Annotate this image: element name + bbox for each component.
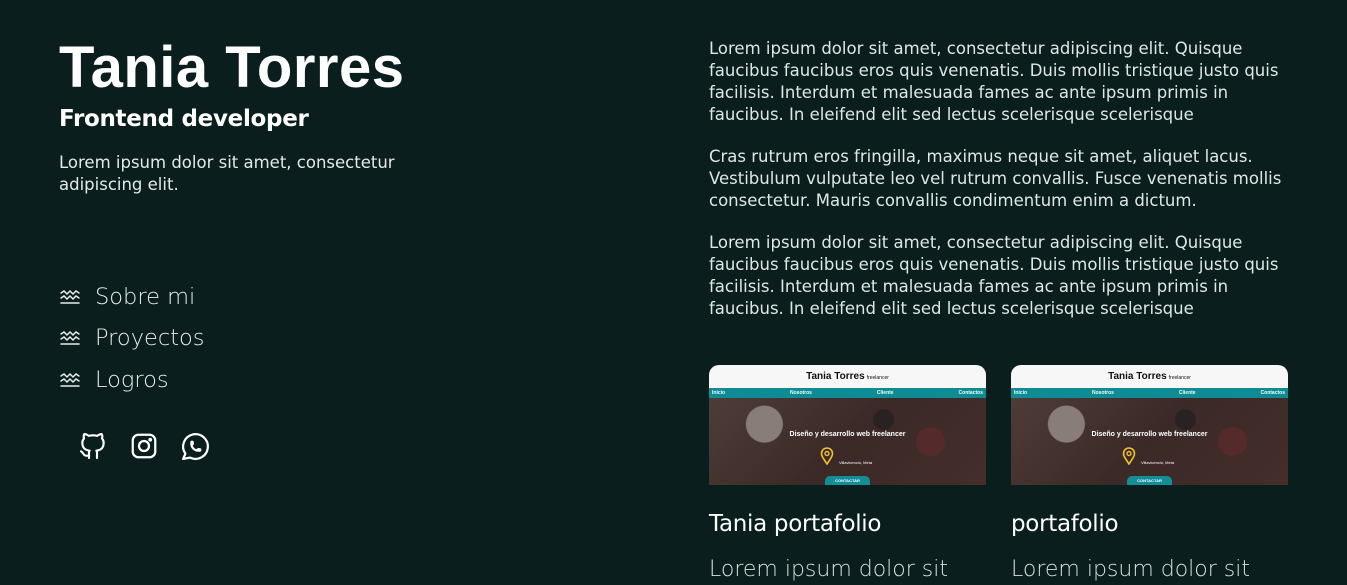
location-pin-icon bbox=[1122, 447, 1136, 465]
instagram-link[interactable] bbox=[126, 428, 162, 464]
thumb-hero-image bbox=[1011, 398, 1288, 485]
waves-icon bbox=[59, 372, 81, 388]
thumb-brand: Tania Torres bbox=[1108, 371, 1167, 382]
project-title[interactable]: Tania portafolio bbox=[709, 509, 986, 539]
profile-name: Tania Torres bbox=[59, 35, 405, 100]
whatsapp-icon bbox=[181, 432, 209, 460]
thumb-nav-item: Cliente bbox=[876, 390, 894, 396]
thumb-header: Tania Torres freelancer bbox=[709, 365, 986, 388]
location-pin-icon bbox=[820, 447, 834, 465]
thumb-brand: Tania Torres bbox=[806, 371, 865, 382]
thumb-nav-item: Inicio bbox=[1014, 390, 1028, 396]
thumb-nav-item: Inicio bbox=[712, 390, 726, 396]
whatsapp-link[interactable] bbox=[177, 428, 213, 464]
thumb-nav-item: Contactos bbox=[1260, 390, 1285, 396]
waves-icon bbox=[59, 289, 81, 305]
about-paragraph: Cras rutrum eros fringilla, maximus nequ… bbox=[709, 147, 1282, 210]
project-thumbnail[interactable]: Tania Torres freelancer Inicio Nosotros C… bbox=[1011, 365, 1288, 485]
about-paragraph: Lorem ipsum dolor sit amet, consectetur … bbox=[709, 233, 1279, 318]
profile-intro: Lorem ipsum dolor sit amet, consectetur … bbox=[59, 153, 395, 194]
nav-label: Sobre mi bbox=[95, 283, 196, 310]
project-title[interactable]: portafolio bbox=[1011, 509, 1288, 539]
github-link[interactable] bbox=[75, 428, 111, 464]
thumb-nav: Inicio Nosotros Cliente Contactos bbox=[709, 388, 986, 398]
profile-role: Frontend developer bbox=[59, 106, 309, 132]
thumb-hero-title: Diseño y desarrollo web freelancer bbox=[1091, 431, 1208, 438]
nav-item-sobre-mi[interactable]: Sobre mi bbox=[59, 276, 205, 318]
about-section: Lorem ipsum dolor sit amet, consectetur … bbox=[709, 38, 1287, 340]
waves-icon bbox=[59, 330, 81, 346]
thumb-contact-button: CONTACTAR bbox=[1127, 476, 1172, 485]
nav-item-logros[interactable]: Logros bbox=[59, 359, 205, 401]
project-card: Tania Torres freelancer Inicio Nosotros C… bbox=[709, 365, 986, 585]
github-icon bbox=[79, 433, 105, 460]
thumb-nav: Inicio Nosotros Cliente Contactos bbox=[1011, 388, 1288, 398]
nav-item-proyectos[interactable]: Proyectos bbox=[59, 318, 205, 360]
thumb-hero-image bbox=[709, 398, 986, 485]
social-links bbox=[75, 428, 228, 464]
thumb-contact-button: CONTACTAR bbox=[825, 476, 870, 485]
project-thumbnail[interactable]: Tania Torres freelancer Inicio Nosotros C… bbox=[709, 365, 986, 485]
thumb-nav-item: Contactos bbox=[958, 390, 983, 396]
thumb-header: Tania Torres freelancer bbox=[1011, 365, 1288, 388]
about-paragraph: Lorem ipsum dolor sit amet, consectetur … bbox=[709, 39, 1279, 124]
thumb-nav-item: Cliente bbox=[1178, 390, 1196, 396]
section-nav: Sobre mi Proyectos Logros bbox=[59, 276, 205, 401]
project-card: Tania Torres freelancer Inicio Nosotros C… bbox=[1011, 365, 1288, 585]
thumb-location: Villavicencio, Meta bbox=[839, 460, 873, 465]
thumb-location: Villavicencio, Meta bbox=[1141, 460, 1175, 465]
thumb-brand-tag: freelancer bbox=[1168, 375, 1191, 381]
nav-label: Logros bbox=[95, 366, 169, 393]
thumb-nav-item: Nosotros bbox=[1092, 390, 1114, 396]
thumb-brand-tag: freelancer bbox=[866, 375, 889, 381]
instagram-icon bbox=[131, 433, 157, 459]
thumb-nav-item: Nosotros bbox=[790, 390, 812, 396]
thumb-hero-title: Diseño y desarrollo web freelancer bbox=[789, 431, 906, 438]
project-description: Lorem ipsum dolor sit bbox=[709, 557, 948, 582]
project-description: Lorem ipsum dolor sit bbox=[1011, 557, 1250, 582]
nav-label: Proyectos bbox=[95, 325, 205, 352]
